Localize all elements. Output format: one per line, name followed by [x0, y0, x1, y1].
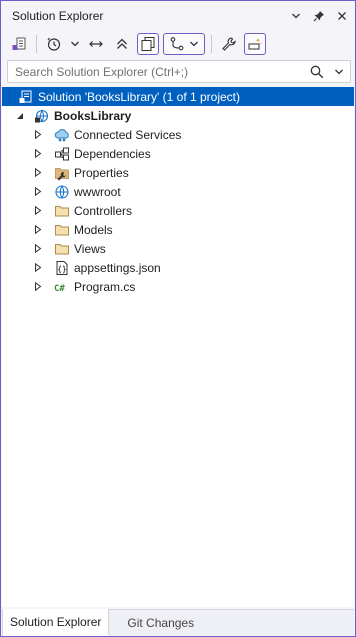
- solution-tree: Solution 'BooksLibrary' (1 of 1 project)…: [2, 87, 354, 607]
- window-title: Solution Explorer: [12, 9, 104, 23]
- pending-changes-filter-button[interactable]: [43, 33, 65, 55]
- tree-item-wwwroot[interactable]: wwwroot: [2, 182, 354, 201]
- tree-item-dependencies[interactable]: Dependencies: [2, 144, 354, 163]
- tree-item-label: appsettings.json: [74, 260, 161, 275]
- search-input[interactable]: Search Solution Explorer (Ctrl+;): [8, 65, 306, 79]
- toolbar: [2, 31, 354, 57]
- collapsed-arrow-icon[interactable]: [32, 182, 44, 201]
- search-options-dropdown[interactable]: [328, 61, 350, 82]
- tree-item-controllers[interactable]: Controllers: [2, 201, 354, 220]
- properties-button[interactable]: [218, 33, 240, 55]
- collapsed-arrow-icon[interactable]: [32, 125, 44, 144]
- history-clock-icon: [47, 37, 61, 51]
- folder-icon: [54, 241, 70, 257]
- title-bar: Solution Explorer: [2, 2, 354, 30]
- tree-item-label: Models: [74, 222, 113, 237]
- show-all-files-button[interactable]: [137, 33, 159, 55]
- tree-item-program-cs[interactable]: C# Program.cs: [2, 277, 354, 296]
- solution-explorer-window: Solution Explorer Search Solution Explor…: [0, 0, 356, 637]
- tree-item-label: wwwroot: [74, 184, 121, 199]
- collapsed-arrow-icon[interactable]: [32, 239, 44, 258]
- close-icon: [338, 12, 346, 20]
- globe-icon: [54, 184, 70, 200]
- tab-solution-explorer[interactable]: Solution Explorer: [2, 609, 110, 636]
- tree-item-label: BooksLibrary: [54, 108, 132, 123]
- preview-selected-items-button[interactable]: [244, 33, 266, 55]
- pin-icon: [313, 11, 324, 22]
- tree-item-views[interactable]: Views: [2, 239, 354, 258]
- collapsed-arrow-icon[interactable]: [32, 220, 44, 239]
- git-branch-icon: [170, 37, 184, 51]
- tree-item-label: Connected Services: [74, 127, 182, 142]
- csharp-file-icon: C#: [54, 279, 70, 295]
- expanded-arrow-icon[interactable]: [14, 106, 26, 125]
- close-button[interactable]: [331, 5, 353, 27]
- folder-icon: [54, 222, 70, 238]
- tree-item-label: Program.cs: [74, 279, 136, 294]
- folder-icon: [54, 203, 70, 219]
- search-button[interactable]: [306, 61, 328, 82]
- search-box[interactable]: Search Solution Explorer (Ctrl+;): [7, 60, 351, 83]
- chevron-down-icon: [190, 41, 198, 47]
- sync-arrows-icon: [89, 41, 103, 47]
- tree-item-label: Dependencies: [74, 146, 151, 161]
- web-project-icon: [34, 108, 50, 124]
- toolbar-separator: [211, 35, 212, 53]
- search-icon: [310, 65, 324, 78]
- tree-item-label: Properties: [74, 165, 129, 180]
- collapse-all-button[interactable]: [111, 33, 133, 55]
- solution-icon: [18, 89, 34, 105]
- properties-wrench-icon: [54, 165, 70, 181]
- collapsed-arrow-icon[interactable]: [32, 258, 44, 277]
- tree-item-appsettings[interactable]: appsettings.json: [2, 258, 354, 277]
- collapsed-arrow-icon[interactable]: [32, 277, 44, 296]
- tree-item-properties[interactable]: Properties: [2, 163, 354, 182]
- tree-item-models[interactable]: Models: [2, 220, 354, 239]
- git-filter-button[interactable]: [163, 33, 205, 55]
- json-file-icon: [54, 260, 70, 276]
- tree-item-label: Views: [74, 241, 106, 256]
- collapsed-arrow-icon[interactable]: [32, 201, 44, 220]
- collapse-all-icon: [117, 38, 127, 49]
- collapsed-arrow-icon[interactable]: [32, 163, 44, 182]
- show-all-files-icon: [141, 37, 155, 51]
- tab-git-changes[interactable]: Git Changes: [109, 610, 201, 636]
- connected-services-icon: [54, 127, 70, 143]
- chevron-down-icon: [335, 69, 343, 74]
- collapsed-arrow-icon[interactable]: [32, 144, 44, 163]
- dependencies-icon: [54, 146, 70, 162]
- tree-item-connected-services[interactable]: Connected Services: [2, 125, 354, 144]
- tree-item-solution[interactable]: Solution 'BooksLibrary' (1 of 1 project): [2, 87, 354, 106]
- tree-item-label: Solution 'BooksLibrary' (1 of 1 project): [38, 89, 241, 104]
- wrench-icon: [222, 37, 236, 51]
- sync-with-active-document-button[interactable]: [85, 33, 107, 55]
- toolbar-separator: [36, 35, 37, 53]
- chevron-down-icon: [292, 13, 300, 19]
- svg-text:C#: C#: [54, 284, 65, 294]
- switch-views-button[interactable]: [8, 33, 30, 55]
- window-options-dropdown[interactable]: [285, 5, 307, 27]
- tree-item-label: Controllers: [74, 203, 133, 218]
- chevron-down-icon: [71, 41, 79, 47]
- switch-views-icon: [12, 37, 26, 50]
- tree-item-project[interactable]: BooksLibrary: [2, 106, 354, 125]
- preview-icon: [248, 38, 263, 50]
- bottom-tab-strip: Solution Explorer Git Changes: [2, 609, 354, 636]
- pin-button[interactable]: [308, 5, 330, 27]
- pending-changes-dropdown[interactable]: [69, 33, 81, 55]
